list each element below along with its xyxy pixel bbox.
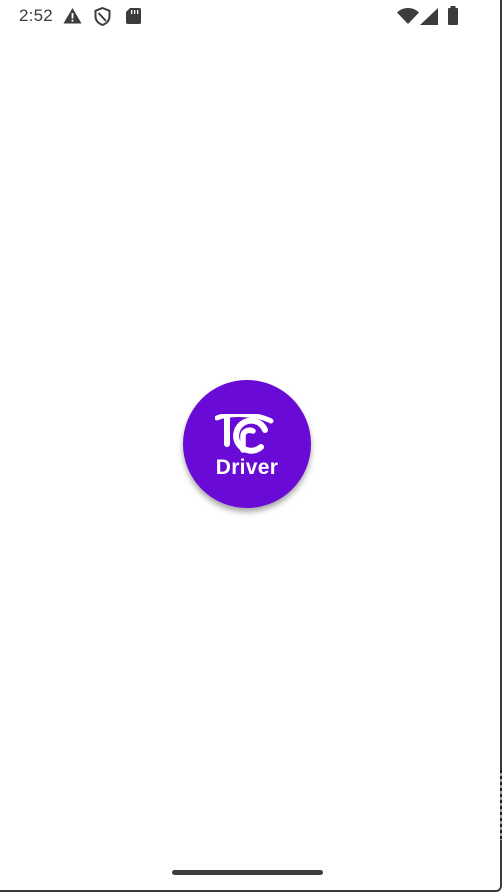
app-logo: Driver [183,380,311,508]
battery-icon [448,6,458,25]
app-screen: 2:52 Driver [0,0,502,892]
home-indicator[interactable] [172,870,323,875]
app-logo-mark-icon [215,414,274,454]
status-time: 2:52 [19,6,53,25]
vpn-shield-icon [94,7,111,26]
app-logo-text: Driver [215,456,279,479]
status-bar: 2:52 [0,0,500,34]
warning-icon [63,8,82,24]
sd-card-icon [126,8,141,24]
cellular-signal-icon [420,8,438,25]
wifi-icon [397,8,419,24]
